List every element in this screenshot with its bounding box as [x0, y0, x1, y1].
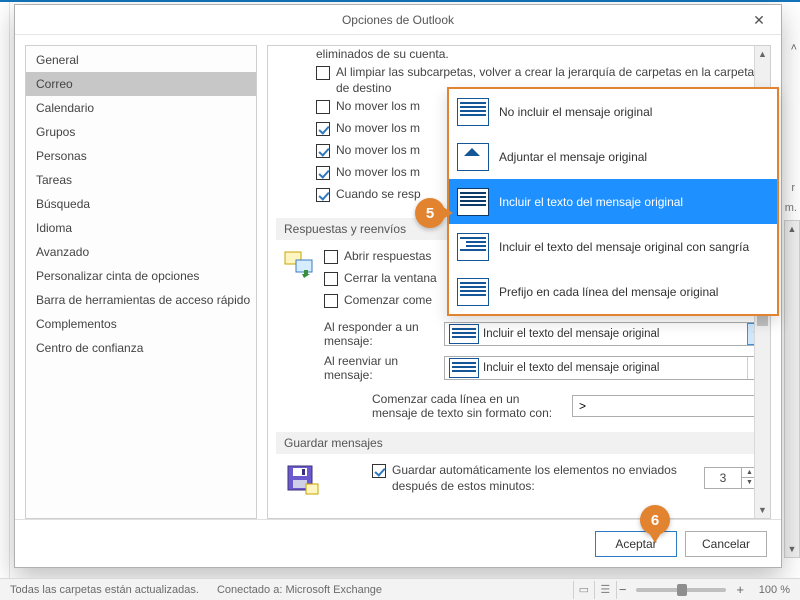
- zoom-slider[interactable]: [636, 588, 726, 592]
- status-bar: Todas las carpetas están actualizadas. C…: [0, 578, 800, 600]
- combo-on-reply[interactable]: Incluir el texto del mensaje original ▾: [444, 322, 766, 346]
- sidebar-item[interactable]: Búsqueda: [26, 192, 256, 216]
- sidebar-item[interactable]: Barra de herramientas de acceso rápido: [26, 288, 256, 312]
- dropdown-option[interactable]: Prefijo en cada línea del mensaje origin…: [449, 269, 777, 314]
- diskette-icon: [284, 464, 320, 496]
- app-left-edge: [0, 2, 10, 578]
- checkbox-nomove-3[interactable]: [316, 144, 330, 158]
- option-thumb-icon: [457, 98, 489, 126]
- bg-letter-r: r: [791, 182, 795, 194]
- callout-5: 5: [415, 198, 445, 228]
- sidebar-item[interactable]: General: [26, 48, 256, 72]
- label-autosave: Guardar automáticamente los elementos no…: [392, 462, 696, 494]
- input-prefix[interactable]: [572, 395, 762, 417]
- checkbox-when-reply[interactable]: [316, 188, 330, 202]
- sidebar-item[interactable]: Calendario: [26, 96, 256, 120]
- checkbox-clean-subfolders[interactable]: [316, 66, 330, 80]
- scroll-down-icon[interactable]: ▼: [755, 502, 770, 518]
- option-thumb-icon: [457, 143, 489, 171]
- dropdown-option[interactable]: No incluir el mensaje original: [449, 89, 777, 134]
- option-label: Prefijo en cada línea del mensaje origin…: [499, 285, 718, 299]
- sidebar-item[interactable]: Idioma: [26, 216, 256, 240]
- combo-forward-value: Incluir el texto del mensaje original: [483, 362, 747, 374]
- close-button[interactable]: ✕: [737, 5, 781, 35]
- sidebar-item[interactable]: Tareas: [26, 168, 256, 192]
- option-label: Incluir el texto del mensaje original: [499, 195, 683, 209]
- checkbox-nomove-1[interactable]: [316, 100, 330, 114]
- zoom-percent: 100 %: [746, 584, 790, 596]
- spinner-value: 3: [705, 471, 741, 485]
- app-right-edge: ˄ r m. ▲ ▼: [784, 2, 800, 578]
- label-on-forward: Al reenviar un mensaje:: [324, 354, 434, 382]
- sidebar-item[interactable]: Complementos: [26, 312, 256, 336]
- options-dialog: Opciones de Outlook ✕ GeneralCorreoCalen…: [14, 4, 782, 568]
- scroll-up-icon[interactable]: ▲: [755, 46, 770, 62]
- bg-scrollbar[interactable]: ▲ ▼: [784, 220, 800, 558]
- combo-on-forward[interactable]: Incluir el texto del mensaje original ▾: [444, 356, 766, 380]
- zoom-out-button[interactable]: −: [617, 582, 629, 597]
- app-ribbon-edge: [0, 0, 800, 2]
- text-deleted-suffix: eliminados de su cuenta.: [316, 46, 766, 62]
- dialog-title: Opciones de Outlook: [342, 13, 454, 27]
- cancel-button[interactable]: Cancelar: [685, 531, 767, 557]
- label-on-reply: Al responder a un mensaje:: [324, 320, 434, 348]
- sidebar-item[interactable]: Centro de confianza: [26, 336, 256, 360]
- option-thumb-icon: [457, 188, 489, 216]
- option-label: No incluir el mensaje original: [499, 105, 652, 119]
- combo-forward-icon: [449, 358, 479, 378]
- callout-6: 6: [640, 505, 670, 535]
- status-connection: Conectado a: Microsoft Exchange: [217, 584, 382, 596]
- reply-options-dropdown[interactable]: No incluir el mensaje original Adjuntar e…: [447, 87, 779, 316]
- titlebar: Opciones de Outlook ✕: [15, 5, 781, 35]
- category-sidebar[interactable]: GeneralCorreoCalendarioGruposPersonasTar…: [25, 45, 257, 519]
- bg-letter-m: m.: [785, 202, 797, 214]
- dropdown-option[interactable]: Incluir el texto del mensaje original co…: [449, 224, 777, 269]
- section-save-messages: Guardar mensajes: [276, 432, 766, 454]
- checkbox-start-comment[interactable]: [324, 294, 338, 308]
- option-thumb-icon: [457, 278, 489, 306]
- reply-forward-icon: [284, 250, 320, 282]
- zoom-in-button[interactable]: +: [734, 582, 746, 597]
- scroll-up-icon[interactable]: ▲: [785, 221, 799, 237]
- ok-button[interactable]: Aceptar: [595, 531, 677, 557]
- scroll-down-icon[interactable]: ▼: [785, 541, 799, 557]
- view-normal-icon[interactable]: ▭: [573, 581, 595, 599]
- sidebar-item[interactable]: Correo: [26, 72, 256, 96]
- combo-reply-value: Incluir el texto del mensaje original: [483, 328, 747, 340]
- status-folders: Todas las carpetas están actualizadas.: [10, 584, 199, 596]
- dropdown-option[interactable]: Incluir el texto del mensaje original: [449, 179, 777, 224]
- sidebar-item[interactable]: Personalizar cinta de opciones: [26, 264, 256, 288]
- checkbox-close-window[interactable]: [324, 272, 338, 286]
- sidebar-item[interactable]: Grupos: [26, 120, 256, 144]
- option-label: Adjuntar el mensaje original: [499, 150, 647, 164]
- combo-reply-icon: [449, 324, 479, 344]
- checkbox-nomove-2[interactable]: [316, 122, 330, 136]
- option-thumb-icon: [457, 233, 489, 261]
- spinner-autosave-minutes[interactable]: 3 ▲ ▼: [704, 467, 758, 489]
- sidebar-item[interactable]: Personas: [26, 144, 256, 168]
- label-prefix-each-line: Comenzar cada línea en un mensaje de tex…: [372, 392, 562, 420]
- ribbon-collapse-icon[interactable]: ˄: [791, 42, 797, 54]
- view-reading-icon[interactable]: ☰: [595, 581, 617, 599]
- checkbox-nomove-4[interactable]: [316, 166, 330, 180]
- checkbox-autosave[interactable]: [372, 464, 386, 478]
- option-label: Incluir el texto del mensaje original co…: [499, 240, 749, 254]
- sidebar-item[interactable]: Avanzado: [26, 240, 256, 264]
- checkbox-open-replies[interactable]: [324, 250, 338, 264]
- dropdown-option[interactable]: Adjuntar el mensaje original: [449, 134, 777, 179]
